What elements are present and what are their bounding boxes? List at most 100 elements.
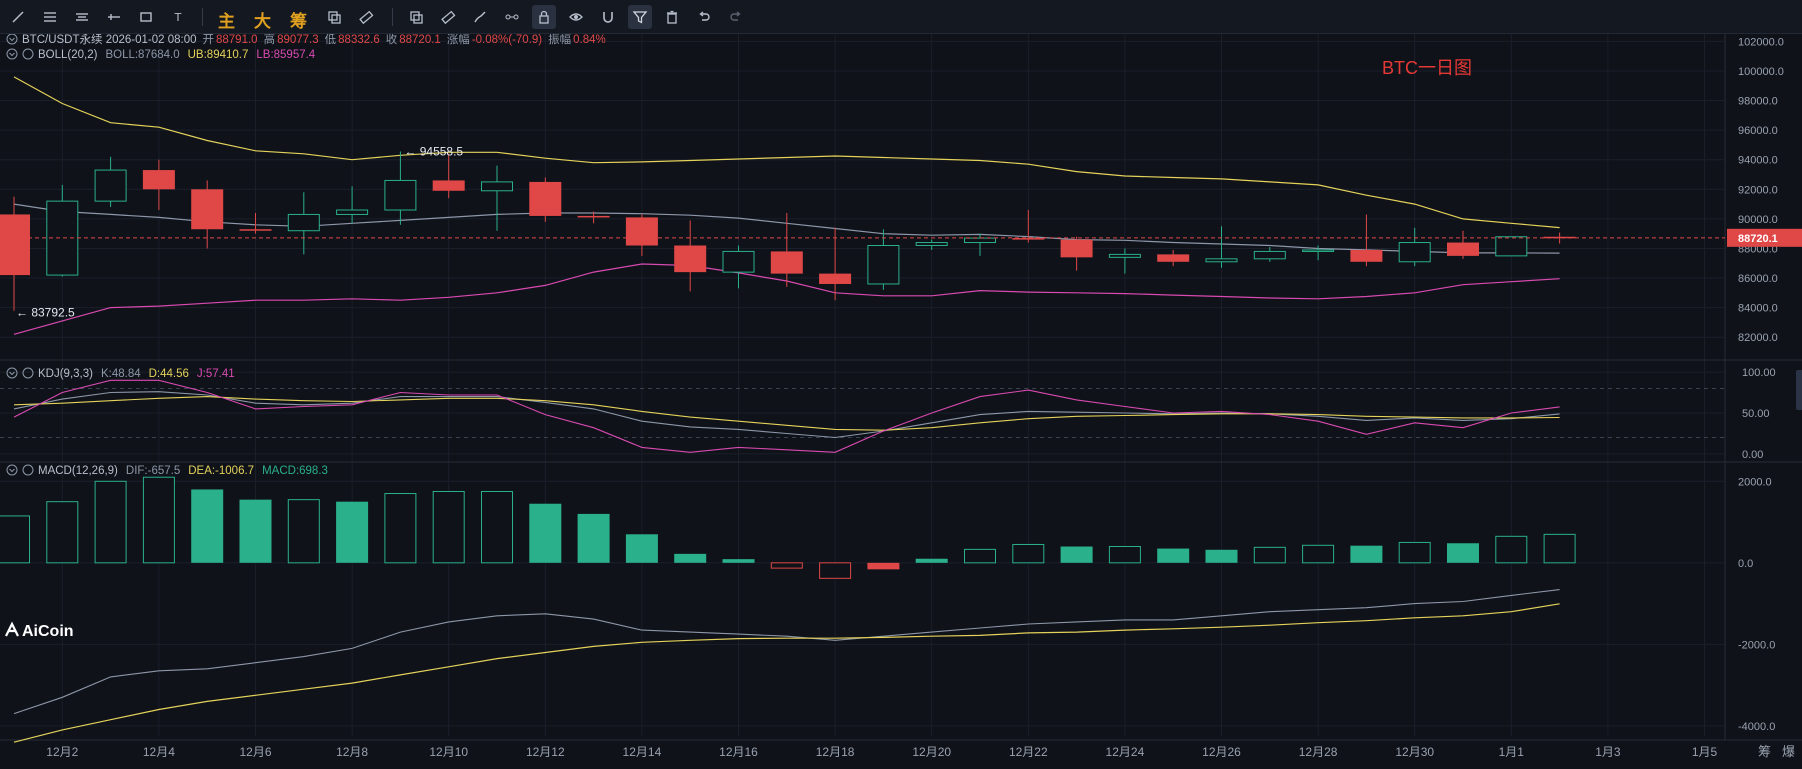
x-tick-label: 12月12 [526, 745, 565, 759]
macd-bar [46, 501, 79, 564]
tab-chips[interactable]: 筹 [290, 7, 307, 32]
macd-bar [1108, 546, 1141, 564]
toolbar-separator [392, 8, 393, 26]
price-chart[interactable]: 82000.084000.086000.088000.090000.092000… [0, 34, 1802, 769]
candle-body-up [481, 181, 513, 192]
price-tick-label: 98000.0 [1738, 96, 1778, 108]
hide-button[interactable] [564, 5, 588, 29]
copy-button[interactable] [322, 5, 346, 29]
side-panel-handle[interactable] [1796, 370, 1802, 410]
price-tick-label: 90000.0 [1738, 214, 1778, 226]
text-tool-icon: T [174, 11, 182, 24]
macd-bar [867, 562, 900, 570]
kdj-j-value: J:57.41 [197, 368, 235, 380]
magnet-icon [603, 12, 613, 23]
filter-button[interactable] [628, 5, 652, 29]
low-label: 低 [325, 34, 337, 46]
macd-bar [1543, 533, 1576, 564]
candle-body-up [722, 250, 755, 273]
line-tool-icon [12, 11, 24, 23]
ruler-button[interactable] [436, 5, 460, 29]
settings-icon[interactable] [22, 48, 34, 60]
x-tick-label: 12月28 [1299, 745, 1338, 759]
tab-large[interactable]: 大 [254, 7, 271, 32]
boll-name: BOLL(20,2) [38, 49, 98, 61]
candle-body-up [915, 242, 948, 247]
candle-body-down [0, 214, 30, 276]
collapse-icon[interactable] [6, 367, 18, 379]
high-label: 高 [264, 34, 276, 46]
y-axes: 82000.084000.086000.088000.090000.092000… [1738, 36, 1784, 732]
collapse-icon[interactable] [6, 34, 18, 45]
trash-button[interactable] [660, 5, 684, 29]
macd-tick-label: 0.0 [1738, 558, 1753, 570]
macd-tick-label: -4000.0 [1738, 721, 1775, 733]
macd-bar [770, 562, 803, 569]
aicoin-logo-icon [5, 621, 19, 637]
copy-icon [328, 11, 341, 24]
tab-main[interactable]: 主 [218, 7, 235, 32]
x-tick-label: 12月22 [1009, 745, 1048, 759]
legend-row: BTC/USDT永续 2026-01-02 08:00 开 88791.0 高 8907… [6, 34, 606, 46]
legend-toggle-icons[interactable] [6, 367, 34, 379]
candle-body-up [1398, 242, 1431, 263]
legend-toggle-icons[interactable] [6, 34, 18, 45]
copy-button[interactable] [404, 5, 428, 29]
price-tick-label: 82000.0 [1738, 332, 1778, 344]
amplitude-value: 0.84% [573, 34, 606, 46]
liquidation-toggle[interactable]: 爆 [1782, 744, 1795, 759]
channel-tool-button[interactable] [70, 5, 94, 29]
collapse-icon[interactable] [6, 48, 18, 60]
macd-dif-value: DIF:-657.5 [126, 465, 180, 477]
svg-text:T: T [174, 11, 182, 24]
macd-dea-line [13, 603, 1560, 743]
kdj-k-value: K:48.84 [101, 368, 141, 380]
undo-button[interactable] [692, 5, 716, 29]
kdj-tick-label: 100.00 [1742, 367, 1776, 379]
macd-bar [384, 493, 417, 564]
grid [0, 34, 1802, 741]
x-tick-label: 12月10 [429, 745, 468, 759]
aicoin-watermark: AiCoin [5, 621, 74, 640]
candle-body-up [1108, 253, 1141, 258]
lock-button[interactable] [532, 5, 556, 29]
x-tick-label: 12月16 [719, 745, 758, 759]
high-value: 89077.3 [277, 34, 319, 46]
redo-button[interactable] [724, 5, 748, 29]
text-tool-button[interactable]: T [166, 5, 190, 29]
legend-toggle-icons[interactable] [6, 464, 34, 476]
x-tick-label: 1月5 [1692, 745, 1718, 759]
chips-toggle[interactable]: 筹 [1758, 744, 1771, 759]
measure-button[interactable] [500, 5, 524, 29]
macd-bar [819, 562, 852, 579]
close-label: 收 [386, 34, 398, 46]
rect-tool-button[interactable] [134, 5, 158, 29]
line-tool-button[interactable] [6, 5, 30, 29]
price-tick-label: 100000.0 [1738, 66, 1784, 78]
macd-bar [964, 548, 996, 564]
candle-body-up [964, 237, 996, 244]
candle-body-up [287, 213, 320, 232]
high-marker: ← 94558.5 [404, 144, 463, 158]
low-marker: ← 83792.5 [16, 306, 75, 320]
collapse-icon[interactable] [6, 464, 18, 476]
ruler-button[interactable] [354, 5, 378, 29]
macd-bar [915, 558, 948, 563]
brush-button[interactable] [468, 5, 492, 29]
candle-body-down [239, 229, 272, 231]
macd-dif-line [13, 589, 1560, 715]
settings-icon[interactable] [22, 367, 34, 379]
legend-toggle-icons[interactable] [6, 48, 34, 60]
macd-bar [1157, 548, 1190, 563]
candle-body-down [1447, 242, 1479, 256]
macd-bar [336, 501, 369, 563]
macd-bar [142, 476, 175, 564]
magnet-button[interactable] [596, 5, 620, 29]
settings-icon[interactable] [22, 464, 34, 476]
hline-tool-button[interactable] [38, 5, 62, 29]
candles [0, 151, 1576, 311]
ray-tool-button[interactable] [102, 5, 126, 29]
watermark-text: AiCoin [22, 623, 74, 640]
low-value: 88332.6 [338, 34, 380, 46]
svg-text:MACD(12,26,9)DIF:-657.5DEA:-10: MACD(12,26,9) DIF:-657.5 DEA:-1006.7 MACD:6… [38, 465, 328, 477]
